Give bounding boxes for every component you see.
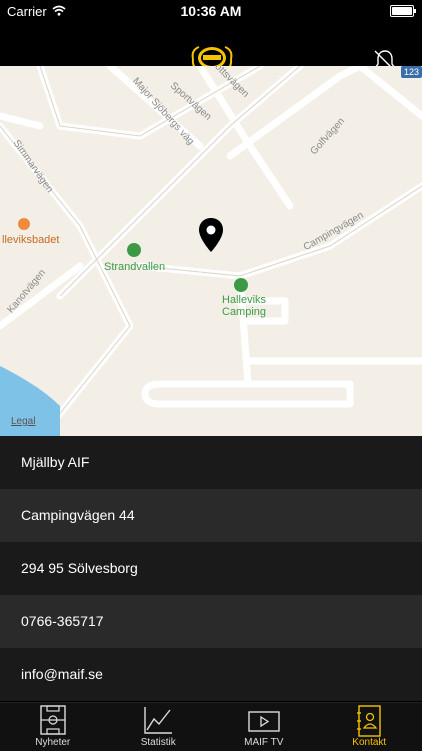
tab-kontakt[interactable]: Kontakt — [317, 703, 422, 751]
poi-label-halleviks: Halleviks — [222, 294, 266, 306]
contact-email[interactable]: info@maif.se — [0, 648, 422, 701]
tab-statistik[interactable]: Statistik — [106, 703, 212, 751]
poi-label-strandvallen: Strandvallen — [104, 261, 165, 273]
football-field-icon — [40, 705, 66, 740]
poi-label-camping: Camping — [222, 306, 266, 318]
tab-label: Kontakt — [317, 737, 422, 748]
route-number-badge: 123 — [401, 66, 422, 78]
contact-info-list: Mjällby AIF Campingvägen 44 294 95 Sölve… — [0, 436, 422, 701]
camping-icon — [234, 278, 248, 292]
tab-label: MAIF TV — [211, 737, 317, 748]
restaurant-icon — [18, 218, 30, 230]
sports-field-icon — [127, 243, 141, 257]
video-play-icon — [248, 705, 280, 740]
contact-club-name[interactable]: Mjällby AIF — [0, 436, 422, 489]
line-chart-icon — [143, 705, 173, 740]
navigation-bar — [0, 22, 422, 66]
tab-maif-tv[interactable]: MAIF TV — [211, 703, 317, 751]
tab-nyheter[interactable]: Nyheter — [0, 703, 106, 751]
map-legal-link[interactable]: Legal — [11, 416, 35, 427]
contact-street-address[interactable]: Campingvägen 44 — [0, 489, 422, 542]
battery-icon — [390, 5, 414, 17]
poi-label-halleviksbadet: lleviksbadet — [2, 234, 59, 246]
clock: 10:36 AM — [0, 3, 422, 19]
status-bar: Carrier 10:36 AM — [0, 0, 422, 22]
tab-label: Statistik — [106, 737, 212, 748]
tab-label: Nyheter — [0, 737, 106, 748]
tab-bar: Nyheter Statistik MAIF TV — [0, 702, 422, 751]
contact-phone[interactable]: 0766-365717 — [0, 595, 422, 648]
contact-postal-address[interactable]: 294 95 Sölvesborg — [0, 542, 422, 595]
location-map[interactable]: 123 Sportvägen Major Sjöbergs väg Golfvä… — [0, 66, 422, 436]
location-pin-icon[interactable] — [199, 218, 223, 252]
